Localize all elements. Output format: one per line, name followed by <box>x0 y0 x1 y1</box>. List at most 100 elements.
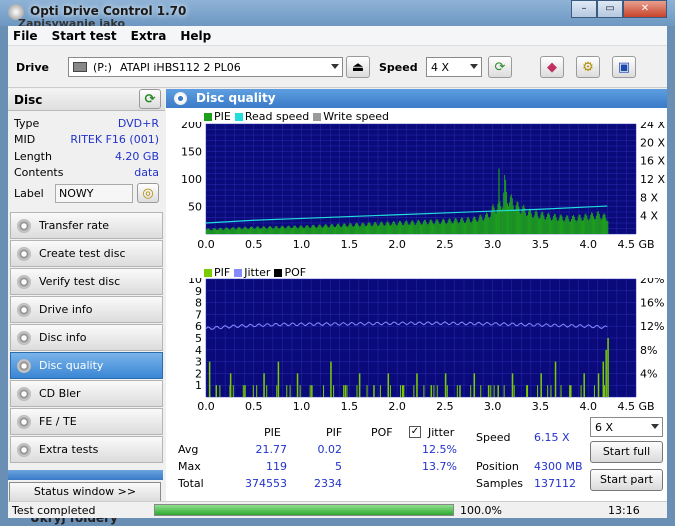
pie-bar <box>588 220 590 234</box>
pie-bar <box>348 224 350 234</box>
pie-bar <box>284 228 286 234</box>
y2-tick-label: 16 X <box>640 155 665 168</box>
pie-bar <box>518 207 520 234</box>
nav-fe-te[interactable]: FE / TE <box>10 408 163 435</box>
pie-bar <box>448 218 450 234</box>
pie-bar <box>589 218 591 234</box>
label-edit-button[interactable]: ◎ <box>137 183 159 203</box>
y2-tick-label: 20% <box>640 278 664 286</box>
settings-button[interactable]: ⚙ <box>576 56 600 78</box>
pie-bar <box>546 217 548 234</box>
pie-bar <box>574 219 576 234</box>
pie-bar <box>355 223 357 234</box>
pie-bar <box>437 219 439 234</box>
pie-bar <box>310 227 312 234</box>
refresh-button[interactable]: ⟳ <box>488 56 512 78</box>
minimize-button[interactable]: – <box>571 0 597 18</box>
pie-bar <box>327 226 329 234</box>
nav-transfer-rate[interactable]: Transfer rate <box>10 212 163 239</box>
x-tick-label: 1.0 <box>293 238 311 251</box>
menu-start-test[interactable]: Start test <box>52 29 117 43</box>
pie-bar <box>249 226 251 234</box>
pie-bar <box>557 220 559 234</box>
nav-disc-info[interactable]: Disc info <box>10 324 163 351</box>
pie-bar <box>285 228 287 234</box>
y-tick-label: 50 <box>188 201 202 214</box>
pie-bar <box>216 229 218 234</box>
pie-bar <box>240 228 242 234</box>
y2-tick-label: 20 X <box>640 136 665 149</box>
pif-bar <box>537 385 539 397</box>
pie-bar <box>466 217 468 234</box>
nav-label: Create test disc <box>39 247 126 260</box>
nav-drive-info[interactable]: Drive info <box>10 296 163 323</box>
pie-bar <box>517 202 519 234</box>
disc-icon <box>17 442 31 457</box>
pie-bar <box>471 221 473 234</box>
pie-bar <box>572 214 574 234</box>
pie-bar <box>227 227 229 234</box>
pie-bar <box>447 220 449 234</box>
pie-bar <box>248 229 250 234</box>
status-window-button[interactable]: Status window >> <box>9 482 161 502</box>
pif-bar <box>456 385 458 397</box>
disc-refresh-button[interactable]: ⟳ <box>139 89 161 109</box>
pie-bar <box>214 228 216 234</box>
pie-bar <box>487 216 489 234</box>
pie-bar <box>301 226 303 234</box>
nav-create-test-disc[interactable]: Create test disc <box>10 240 163 267</box>
nav-disc-quality[interactable]: Disc quality <box>10 352 163 379</box>
nav-verify-test-disc[interactable]: Verify test disc <box>10 268 163 295</box>
jitter-checkbox[interactable]: ✓ <box>409 426 421 438</box>
pif-bar <box>480 385 482 397</box>
nav-extra-tests[interactable]: Extra tests <box>10 436 163 463</box>
start-part-button[interactable]: Start part <box>590 469 663 491</box>
x-tick-label: 4.0 <box>579 400 597 413</box>
nav-cd-bler[interactable]: CD Bler <box>10 380 163 407</box>
pie-bar <box>356 222 358 234</box>
pie-bar <box>424 220 426 234</box>
eject-button[interactable]: ⏏ <box>346 56 370 78</box>
position-value: 4300 MB <box>534 460 583 473</box>
x-tick-label: 0.5 <box>245 238 263 251</box>
pie-bar <box>381 222 383 234</box>
pie-bar <box>384 225 386 234</box>
menu-extra[interactable]: Extra <box>131 29 167 43</box>
pie-bar <box>600 219 602 234</box>
erase-button[interactable]: ◆ <box>540 56 564 78</box>
pie-bar <box>580 217 582 234</box>
gear-icon: ⚙ <box>582 59 594 75</box>
test-speed-select[interactable]: 6 X <box>590 417 663 437</box>
drive-select[interactable]: (P:) ATAPI iHBS112 2 PL06 <box>68 57 343 77</box>
refresh-icon: ⟳ <box>144 91 156 107</box>
pif-bar <box>330 361 332 397</box>
pie-bar <box>550 220 552 234</box>
progress-fill <box>155 505 453 515</box>
disc-label-field[interactable]: NOWY <box>55 183 133 203</box>
stats-max-pie: 119 <box>266 460 287 473</box>
pie-bar <box>502 207 504 234</box>
close-button[interactable]: ✕ <box>623 0 667 18</box>
pie-bar <box>504 174 506 234</box>
start-full-button[interactable]: Start full <box>590 441 663 463</box>
pif-bar <box>580 385 582 397</box>
main-panel: Disc quality PIE Read speed Write speed … <box>166 89 667 501</box>
menu-help[interactable]: Help <box>180 29 211 43</box>
pie-bar <box>373 223 375 234</box>
pie-bar <box>218 228 220 234</box>
pie-bar <box>380 221 382 234</box>
speed-select[interactable]: 4 X <box>426 57 482 77</box>
save-button[interactable]: ▣ <box>612 56 636 78</box>
pie-bar <box>270 226 272 234</box>
pie-bar <box>576 219 578 234</box>
chevron-down-icon <box>331 64 339 69</box>
pie-bar <box>456 219 458 234</box>
maximize-button[interactable]: ▭ <box>597 0 623 18</box>
pie-bar <box>601 218 603 234</box>
drive-name: ATAPI iHBS112 2 PL06 <box>119 60 241 74</box>
pie-bar <box>375 222 377 234</box>
pif-bar <box>358 373 361 397</box>
menu-file[interactable]: File <box>13 29 38 43</box>
pie-bar <box>565 217 567 234</box>
pie-bar <box>290 227 292 234</box>
